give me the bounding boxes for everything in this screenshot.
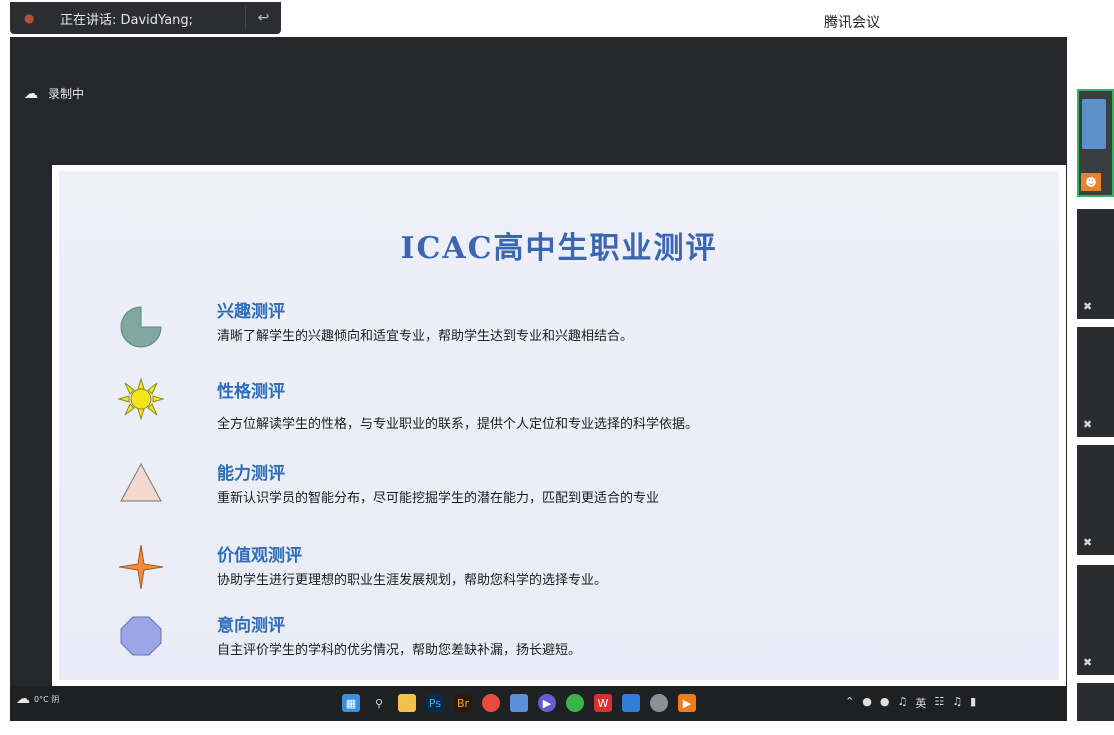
four-point-star-icon [118,545,164,589]
item-desc: 协助学生进行更理想的职业生涯发展规划，帮助您科学的选择专业。 [217,573,608,588]
participant-tile[interactable]: ✖ [1077,565,1114,675]
list-item: 意向测评 自主评价学生的学科的优劣情况，帮助您差缺补漏，扬长避短。 [59,611,1059,671]
mic-off-icon: ✖ [1083,536,1093,549]
system-tray: ⌃ ● ● ♫ 英 ☷ ♫ ▮ [845,695,976,711]
octagon-icon [120,616,162,656]
mic-off-icon: ✖ [1083,300,1093,313]
media-player-icon[interactable]: ▶ [538,694,556,712]
presentation-icon[interactable]: ▶ [678,694,696,712]
cloud-icon: ☁ [24,85,38,102]
item-title: 意向测评 [217,616,285,636]
participant-tile[interactable]: ✖ [1077,327,1114,437]
weather-widget[interactable]: ☁ 0°C 阴 [16,691,59,707]
participant-tile-active[interactable]: ☻ [1077,89,1114,197]
recording-indicator: ☁ 录制中 [24,85,84,102]
item-desc: 清晰了解学生的兴趣倾向和适宜专业，帮助学生达到专业和兴趣相结合。 [217,329,634,344]
taskbar: ☁ 0°C 阴 ▦ ⚲ Ps Br ▶ W ▶ ⌃ ● ● ♫ 英 ☷ ♫ ▮ [10,686,1067,721]
start-icon[interactable]: ▦ [342,694,360,712]
meeting-stage: ☁ 录制中 ICAC高中生职业测评 兴趣测评 清晰了解学生的兴趣倾向和适宜专业，… [10,37,1067,721]
participant-tile[interactable]: ✖ [1077,209,1114,319]
collapse-button[interactable]: ↩ [245,6,281,30]
item-title: 能力测评 [217,464,285,484]
battery-icon[interactable]: ▮ [970,695,976,711]
pie-chart-icon [120,306,162,348]
list-item: 能力测评 重新认识学员的智能分布，尽可能挖掘学生的潜在能力，匹配到更适合的专业 [59,459,1059,519]
weather-label: 0°C 阴 [34,694,60,704]
microphone-icon[interactable]: ♫ [897,695,907,711]
list-item: 价值观测评 协助学生进行更理想的职业生涯发展规划，帮助您科学的选择专业。 [59,541,1059,601]
app-title: 腾讯会议 [824,15,880,31]
avatar: ☻ [1081,173,1101,191]
item-desc: 自主评价学生的学科的优劣情况，帮助您差缺补漏，扬长避短。 [217,643,582,658]
cloud-icon: ☁ [16,691,30,707]
recording-label: 录制中 [48,87,85,101]
speaking-label: 正在讲话: DavidYang; [60,12,194,28]
mic-off-icon: ✖ [1083,418,1093,431]
notes-icon[interactable] [510,694,528,712]
slide-title: ICAC高中生职业测评 [400,231,718,266]
bridge-icon[interactable]: Br [454,694,472,712]
shared-screen: ICAC高中生职业测评 兴趣测评 清晰了解学生的兴趣倾向和适宜专业，帮助学生达到… [52,165,1066,686]
photoshop-icon[interactable]: Ps [426,694,444,712]
tray-app-icon[interactable]: ● [880,695,890,711]
list-item: 性格测评 全方位解读学生的性格，与专业职业的联系，提供个人定位和专业选择的科学依… [59,377,1059,437]
video-preview [1082,99,1106,149]
search-icon[interactable]: ⚲ [370,694,388,712]
sun-icon [117,377,165,421]
item-desc: 重新认识学员的智能分布，尽可能挖掘学生的潜在能力，匹配到更适合的专业 [217,491,660,506]
volume-icon[interactable]: ♫ [952,695,962,711]
screen: ● 正在讲话: DavidYang; ↩ 腾讯会议 ☁ 录制中 ICAC高中生职… [0,0,1114,735]
slide: ICAC高中生职业测评 兴趣测评 清晰了解学生的兴趣倾向和适宜专业，帮助学生达到… [59,171,1059,680]
speaking-indicator: ● 正在讲话: DavidYang; ↩ [10,2,281,34]
item-title: 性格测评 [217,382,285,402]
item-title: 兴趣测评 [217,302,285,322]
wifi-icon[interactable]: ☷ [934,695,944,711]
list-item: 兴趣测评 清晰了解学生的兴趣倾向和适宜专业，帮助学生达到专业和兴趣相结合。 [59,297,1059,357]
chrome-icon[interactable] [482,694,500,712]
item-title: 价值观测评 [217,546,302,566]
settings-icon[interactable] [650,694,668,712]
mic-off-icon: ✖ [1083,656,1093,669]
photos-icon[interactable] [622,694,640,712]
wps-icon[interactable]: W [594,694,612,712]
taskbar-apps: ▦ ⚲ Ps Br ▶ W ▶ [342,694,696,712]
item-desc: 全方位解读学生的性格，与专业职业的联系，提供个人定位和专业选择的科学依据。 [217,417,699,432]
participant-tile[interactable] [1077,683,1114,721]
chevron-up-icon[interactable]: ⌃ [845,695,854,711]
folder-icon[interactable] [398,694,416,712]
wechat-icon[interactable] [566,694,584,712]
participant-tile[interactable]: ✖ [1077,445,1114,555]
triangle-icon [120,462,162,502]
language-indicator[interactable]: 英 [915,695,926,711]
mic-icon: ● [24,11,35,25]
participant-rail[interactable]: ☻ ✖ ✖ ✖ ✖ [1068,37,1114,721]
tray-app-icon[interactable]: ● [862,695,872,711]
